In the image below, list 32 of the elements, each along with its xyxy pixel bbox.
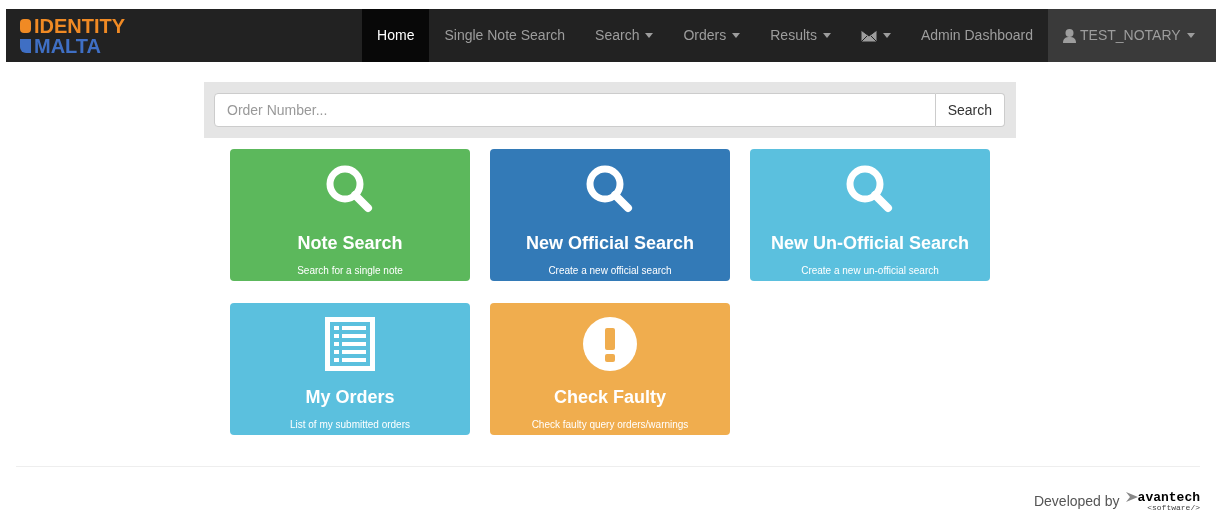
list-icon xyxy=(324,316,376,372)
tile-title: Check Faulty xyxy=(553,386,666,409)
caret-icon xyxy=(732,33,741,38)
dashboard-tile[interactable]: New Official Search Create a new official search xyxy=(490,149,730,281)
order-number-field[interactable]: Order Number... xyxy=(214,93,936,127)
caret-icon xyxy=(1186,33,1195,38)
tile-subtitle: List of my submitted orders xyxy=(289,418,410,432)
tile-subtitle: Create a new un-official search xyxy=(801,264,939,278)
nav-link[interactable]: Single Note Search xyxy=(429,9,581,62)
tile-subtitle: Search for a single note xyxy=(297,264,403,278)
user-menu[interactable]: TEST_NOTARY xyxy=(1048,9,1216,62)
nav-link[interactable]: Results xyxy=(755,9,846,62)
tile-subtitle: Create a new official search xyxy=(548,264,672,278)
caret-icon xyxy=(882,33,891,38)
footer-text: Developed by xyxy=(1033,492,1120,511)
tile-title: New Un-Official Search xyxy=(770,232,970,255)
tile-title: New Official Search xyxy=(525,232,695,255)
caret-icon xyxy=(645,33,654,38)
nav-link[interactable]: Orders xyxy=(668,9,756,62)
alert-icon xyxy=(583,317,637,371)
mail-icon xyxy=(860,29,877,42)
search-button[interactable]: Search xyxy=(935,93,1005,127)
logo: IDENTITY MALTA xyxy=(20,9,126,62)
caret-icon xyxy=(822,33,831,38)
nav-link[interactable]: Search xyxy=(580,9,669,62)
user-icon xyxy=(1063,28,1076,43)
tile-title: My Orders xyxy=(305,386,395,409)
avantech-logo: avantech <software/> xyxy=(1125,491,1200,512)
nav-link[interactable]: Home xyxy=(362,9,430,62)
tile-subtitle: Check faulty query orders/warnings xyxy=(531,418,689,432)
nav-link[interactable]: Admin Dashboard xyxy=(905,9,1048,62)
tile-title: Note Search xyxy=(297,232,403,255)
